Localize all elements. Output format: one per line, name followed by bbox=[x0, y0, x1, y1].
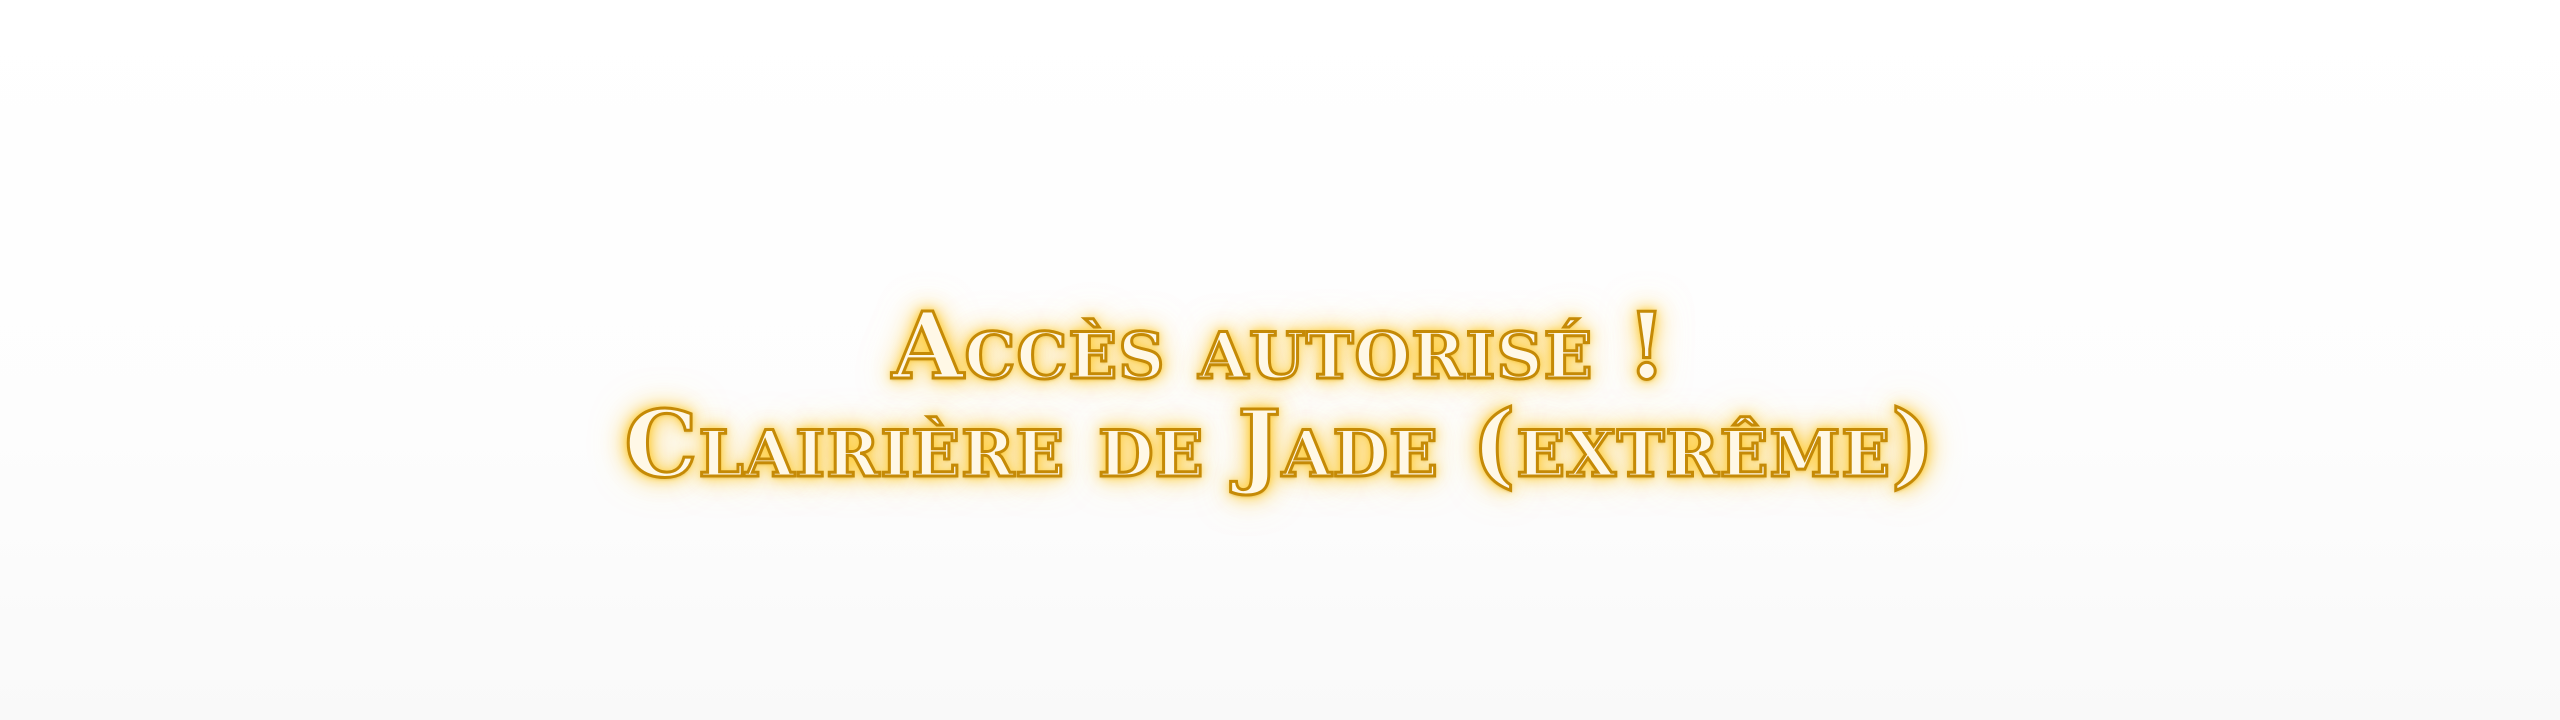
game-screen: Accès autorisé ! Clairière de Jade (extr… bbox=[0, 0, 2560, 720]
duty-access-banner: Accès autorisé ! Clairière de Jade (extr… bbox=[0, 292, 2560, 500]
duty-name-text: Clairière de Jade (extrême) bbox=[623, 390, 1936, 498]
access-granted-text: Accès autorisé ! bbox=[891, 292, 1669, 400]
